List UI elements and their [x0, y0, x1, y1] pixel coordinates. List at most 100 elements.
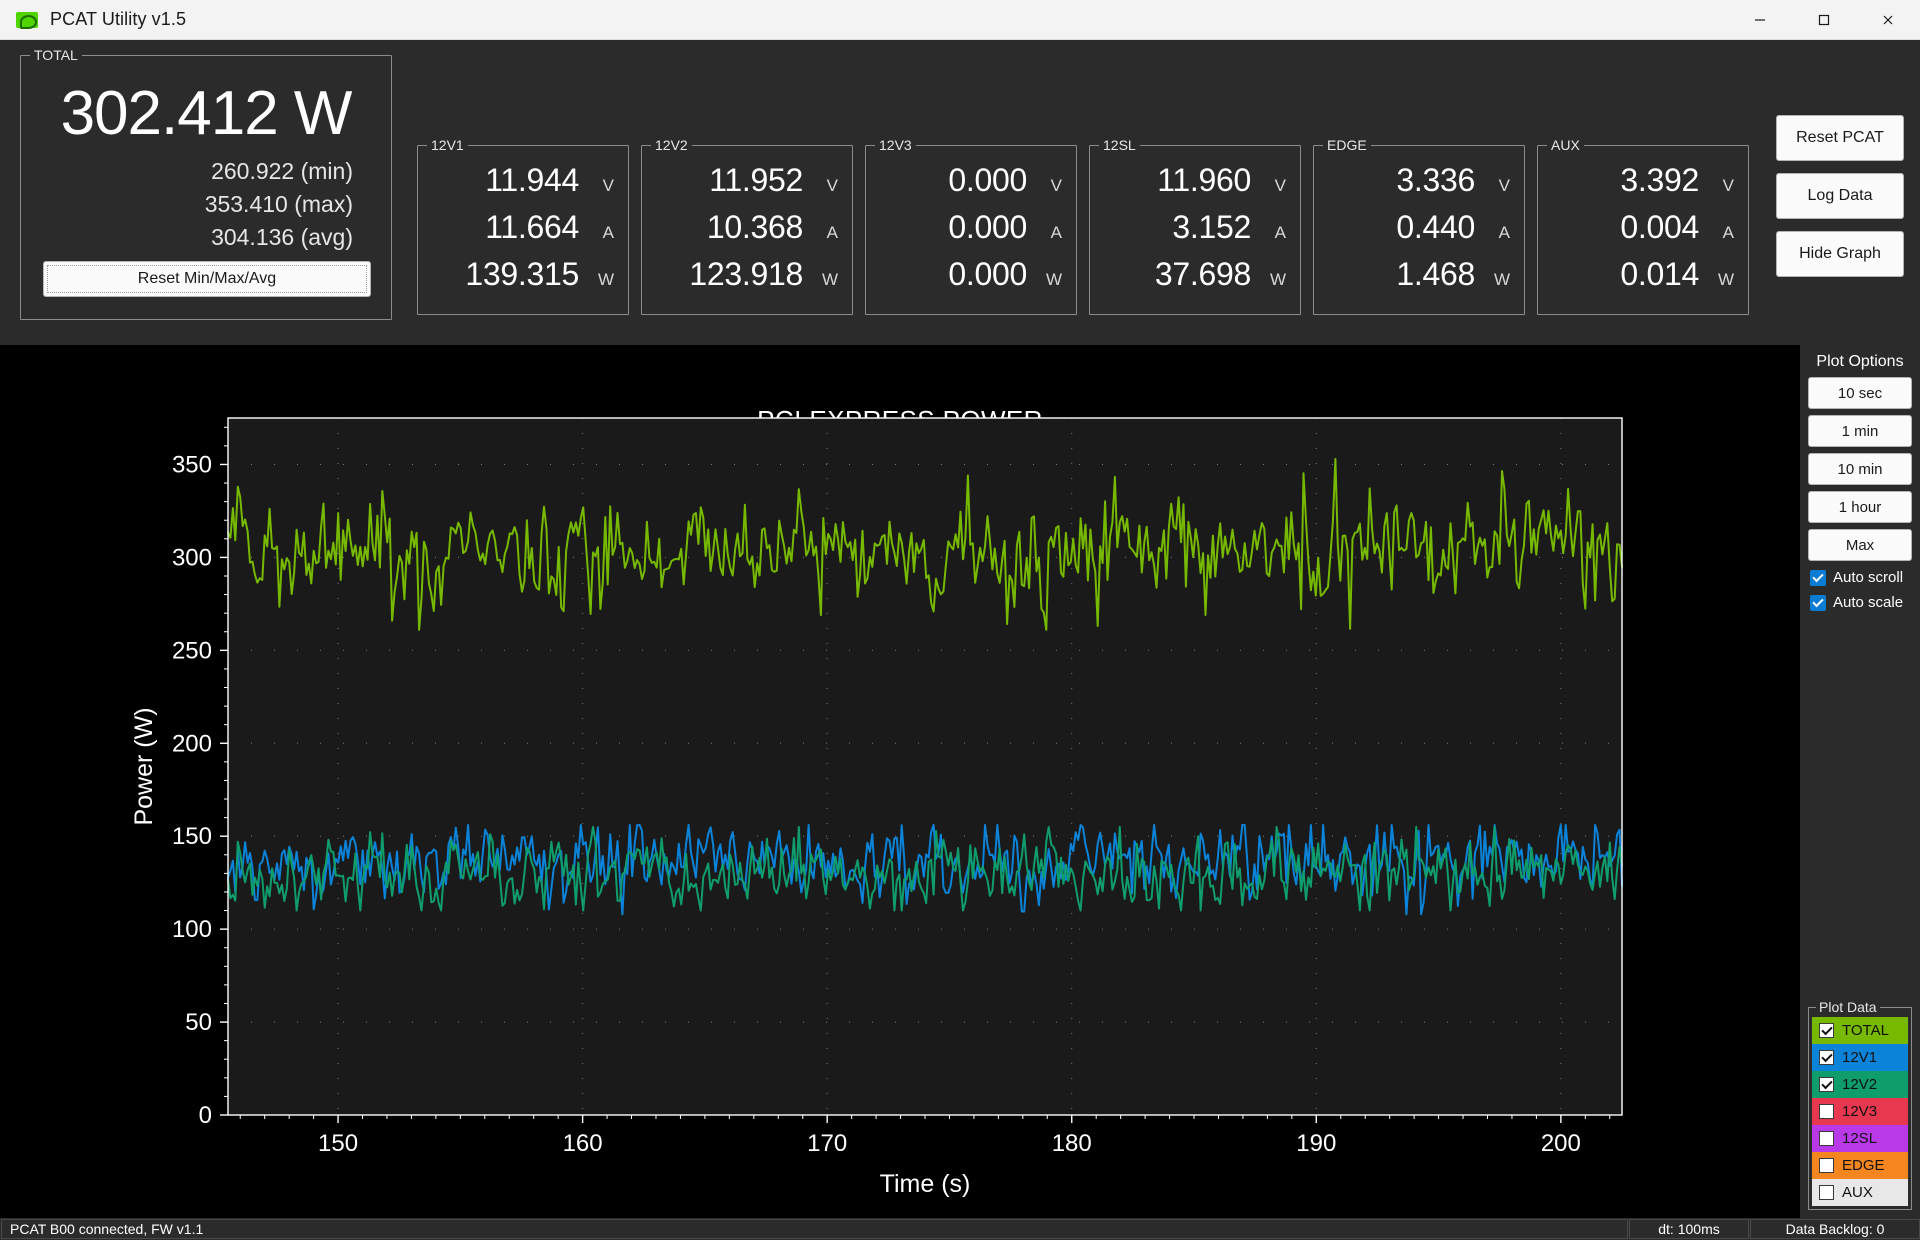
- y-tick-label: 200: [172, 730, 212, 757]
- rail-group-edge: EDGE 3.336 V 0.440 A 1.468 W: [1313, 137, 1525, 315]
- total-min-value: 260.922 (min): [211, 158, 353, 184]
- plot-data-item-12v2[interactable]: 12V2: [1812, 1071, 1908, 1098]
- plot-data-label: TOTAL: [1842, 1022, 1889, 1039]
- plot-data-item-edge[interactable]: EDGE: [1812, 1152, 1908, 1179]
- rail-power-value: 139.315: [465, 256, 579, 292]
- reset-pcat-button[interactable]: Reset PCAT: [1776, 115, 1904, 161]
- right-panel: Plot Options 10 sec 1 min 10 min 1 hour Max …: [1800, 345, 1920, 1218]
- window-title: PCAT Utility v1.5: [50, 9, 187, 29]
- rail-current-row: 0.004 A: [1538, 209, 1748, 256]
- plot-data-checkbox[interactable]: [1819, 1077, 1834, 1092]
- x-tick-label: 200: [1541, 1130, 1581, 1157]
- plot-data-item-total[interactable]: TOTAL: [1812, 1017, 1908, 1044]
- checkbox-auto-scroll[interactable]: Auto scroll: [1810, 569, 1920, 586]
- rail-power-unit: W: [1717, 270, 1734, 289]
- y-axis-label: Power (W): [130, 707, 158, 825]
- plot-option-checkboxes: Auto scroll Auto scale: [1800, 569, 1920, 611]
- plot-data-title: Plot Data: [1816, 999, 1880, 1015]
- rail-voltage-row: 0.000 V: [866, 162, 1076, 209]
- rail-power-value: 123.918: [689, 256, 803, 292]
- close-icon[interactable]: [1856, 0, 1920, 40]
- plot-data-item-12v1[interactable]: 12V1: [1812, 1044, 1908, 1071]
- rail-label: 12V2: [651, 137, 692, 153]
- rail-group-12v1: 12V1 11.944 V 11.664 A 139.315 W: [417, 137, 629, 315]
- x-tick-label: 190: [1296, 1130, 1336, 1157]
- rail-voltage-unit: V: [826, 176, 838, 195]
- rail-power-unit: W: [1493, 270, 1510, 289]
- y-tick-label: 150: [172, 823, 212, 850]
- status-dt: dt: 100ms: [1629, 1219, 1749, 1239]
- rail-current-unit: A: [1498, 223, 1510, 242]
- x-tick-label: 170: [807, 1130, 847, 1157]
- rail-voltage-row: 3.392 V: [1538, 162, 1748, 209]
- rail-current-row: 0.000 A: [866, 209, 1076, 256]
- title-bar: PCAT Utility v1.5: [0, 0, 1920, 40]
- plot-range-max-button[interactable]: Max: [1808, 529, 1912, 561]
- plot-data-checkbox[interactable]: [1819, 1185, 1834, 1200]
- rail-voltage-row: 11.952 V: [642, 162, 852, 209]
- plot-range-1-hour-button[interactable]: 1 hour: [1808, 491, 1912, 523]
- plot-range-10-min-button[interactable]: 10 min: [1808, 453, 1912, 485]
- rail-power-value: 37.698: [1154, 256, 1251, 292]
- rail-label: 12V1: [427, 137, 468, 153]
- plot-data-item-aux[interactable]: AUX: [1812, 1179, 1908, 1206]
- checkbox-label: Auto scale: [1833, 594, 1904, 611]
- plot-data-checkbox[interactable]: [1819, 1104, 1834, 1119]
- rail-voltage-value: 11.960: [1157, 162, 1251, 198]
- rail-current-row: 11.664 A: [418, 209, 628, 256]
- plot-range-buttons: 10 sec 1 min 10 min 1 hour Max: [1800, 377, 1920, 561]
- plot-range-10-sec-button[interactable]: 10 sec: [1808, 377, 1912, 409]
- y-tick-label: 350: [172, 451, 212, 478]
- total-stats: 260.922 (min) 353.410 (max) 304.136 (avg…: [21, 155, 391, 254]
- rail-current-value: 10.368: [706, 209, 803, 245]
- rail-power-value: 0.014: [1620, 256, 1699, 292]
- plot-data-checkbox[interactable]: [1819, 1023, 1834, 1038]
- plot-data-item-12sl[interactable]: 12SL: [1812, 1125, 1908, 1152]
- rail-current-value: 0.004: [1620, 209, 1699, 245]
- rail-current-unit: A: [826, 223, 838, 242]
- rail-group-12sl: 12SL 11.960 V 3.152 A 37.698 W: [1089, 137, 1301, 315]
- y-axis: 0 50 100 150 200 250 300 350: [172, 451, 228, 1129]
- plot-data-checkbox[interactable]: [1819, 1158, 1834, 1173]
- window-controls: [1728, 0, 1920, 40]
- rail-voltage-row: 11.960 V: [1090, 162, 1300, 209]
- rail-power-unit: W: [1269, 270, 1286, 289]
- pcat-utility-window: PCAT Utility v1.5 TOTAL 302.412 W 260.92…: [0, 0, 1920, 1240]
- rail-power-row: 37.698 W: [1090, 256, 1300, 303]
- rail-current-value: 11.664: [485, 209, 579, 245]
- rail-group-12v3: 12V3 0.000 V 0.000 A 0.000 W: [865, 137, 1077, 315]
- minimize-icon[interactable]: [1728, 0, 1792, 40]
- checkbox-auto-scale[interactable]: Auto scale: [1810, 594, 1920, 611]
- reset-min-max-avg-button[interactable]: Reset Min/Max/Avg: [43, 261, 371, 297]
- rail-voltage-value: 3.392: [1620, 162, 1699, 198]
- rail-current-unit: A: [602, 223, 614, 242]
- plot-data-checkbox[interactable]: [1819, 1131, 1834, 1146]
- nvidia-logo-icon: [16, 11, 38, 29]
- rail-label: EDGE: [1323, 137, 1371, 153]
- plot-data-label: 12V2: [1842, 1076, 1878, 1093]
- checkbox-box[interactable]: [1810, 594, 1826, 611]
- y-tick-label: 50: [185, 1009, 212, 1036]
- rail-current-value: 0.000: [948, 209, 1027, 245]
- y-tick-label: 0: [199, 1102, 212, 1129]
- log-data-button[interactable]: Log Data: [1776, 173, 1904, 219]
- checkbox-box[interactable]: [1810, 569, 1826, 586]
- rail-voltage-unit: V: [1498, 176, 1510, 195]
- x-axis: 150 160 170 180 190 200: [318, 1115, 1581, 1157]
- rail-power-value: 0.000: [948, 256, 1027, 292]
- plot-data-list: TOTAL 12V1 12V2 12V3 12SL EDGE AUX: [1809, 1008, 1911, 1209]
- plot-data-checkbox[interactable]: [1819, 1050, 1834, 1065]
- plot-range-1-min-button[interactable]: 1 min: [1808, 415, 1912, 447]
- rail-current-unit: A: [1274, 223, 1286, 242]
- rail-label: 12V3: [875, 137, 916, 153]
- rail-voltage-unit: V: [1722, 176, 1734, 195]
- total-max-value: 353.410 (max): [204, 191, 353, 217]
- rail-power-value: 1.468: [1396, 256, 1475, 292]
- maximize-icon[interactable]: [1792, 0, 1856, 40]
- checkbox-label: Auto scroll: [1833, 569, 1904, 586]
- hide-graph-button[interactable]: Hide Graph: [1776, 231, 1904, 277]
- power-plot[interactable]: 0 50 100 150 200 250 300 350 150 160 170 180 190 200 T…: [0, 345, 1800, 1218]
- plot-data-label: 12V3: [1842, 1103, 1878, 1120]
- plot-data-item-12v3[interactable]: 12V3: [1812, 1098, 1908, 1125]
- rail-current-value: 0.440: [1396, 209, 1475, 245]
